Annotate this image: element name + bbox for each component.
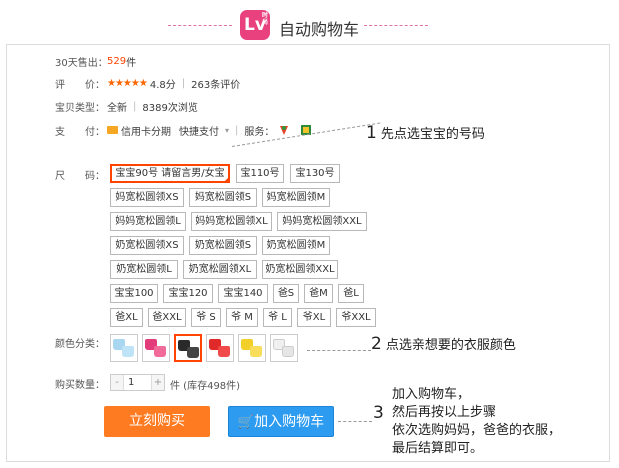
sold-count: 529 bbox=[107, 55, 127, 67]
stock-info: 件 (库存498件) bbox=[170, 381, 241, 392]
payment-label: 支 付： bbox=[55, 126, 105, 138]
sold-row: 30天售出： 529 件 bbox=[55, 54, 137, 69]
annotation-step-3-line: 加入购物车， bbox=[392, 387, 471, 402]
annotation-step-3-line: 最后结算即可。 bbox=[392, 441, 484, 456]
header-divider-right bbox=[364, 25, 428, 26]
cart-icon: 🛒 bbox=[237, 415, 255, 430]
brand-logo: Lv 时尚 bbox=[240, 10, 270, 40]
annotation-step-2: 2 点选亲想要的衣服颜色 bbox=[371, 334, 516, 354]
size-option[interactable]: 爸XL bbox=[110, 308, 143, 327]
size-option[interactable]: 宝宝90号 请留言男/女宝 bbox=[110, 164, 230, 183]
quantity-row: 购买数量： bbox=[55, 376, 107, 391]
size-option[interactable]: 爸XXL bbox=[148, 308, 186, 327]
size-option[interactable]: 爷 S bbox=[191, 308, 221, 327]
size-option[interactable]: 宝宝120 bbox=[163, 284, 213, 303]
annotation-step-3-number: 3 bbox=[373, 403, 384, 423]
color-row: 颜色分类： bbox=[55, 335, 107, 350]
quantity-input[interactable] bbox=[123, 375, 152, 390]
quick-pay-link[interactable]: 快捷支付 bbox=[179, 123, 219, 138]
buy-now-button[interactable]: 立刻购买 bbox=[104, 406, 210, 437]
size-option[interactable]: 妈宽松圆领XS bbox=[110, 188, 184, 207]
size-option[interactable]: 爸L bbox=[338, 284, 364, 303]
service-label: 服务： bbox=[244, 126, 275, 138]
size-option[interactable]: 妈宽松圆领M bbox=[262, 188, 330, 207]
size-option[interactable]: 奶宽松圆领XL bbox=[183, 260, 257, 279]
size-option[interactable]: 爸S bbox=[273, 284, 299, 303]
rating-score: 4.8分 bbox=[149, 79, 176, 91]
rating-label: 评 价： bbox=[55, 79, 105, 91]
sold-label: 30天售出： bbox=[55, 57, 108, 69]
annotation-pointer-2 bbox=[307, 350, 371, 351]
size-option[interactable]: 奶宽松圆领XS bbox=[110, 236, 184, 255]
size-label: 尺 码： bbox=[55, 170, 105, 182]
color-swatch-black[interactable] bbox=[174, 334, 202, 362]
annotation-step-3: 加入购物车， 然后再按以上步骤依次选购妈妈，爸爸的衣服， 最后结算即可。 bbox=[392, 386, 561, 458]
type-label: 宝贝类型： bbox=[55, 102, 105, 114]
size-option[interactable]: 爸M bbox=[304, 284, 333, 303]
size-option[interactable]: 爷XL bbox=[297, 308, 331, 327]
size-option[interactable]: 宝宝140 bbox=[218, 284, 268, 303]
page-title: 自动购物车 bbox=[279, 20, 360, 39]
size-option[interactable]: 宝130号 bbox=[290, 164, 340, 183]
size-option[interactable]: 奶宽松圆领S bbox=[189, 236, 257, 255]
size-option[interactable]: 妈妈宽松圆领XL bbox=[191, 212, 272, 231]
size-option[interactable]: 妈妈宽松圆领XXL bbox=[277, 212, 367, 231]
color-swatch-white[interactable] bbox=[270, 334, 298, 362]
guarantee-icon[interactable] bbox=[278, 124, 290, 136]
type-value: 全新 bbox=[107, 102, 127, 114]
size-option[interactable]: 奶宽松圆领L bbox=[110, 260, 178, 279]
installment-link[interactable]: 信用卡分期 bbox=[121, 123, 171, 138]
size-option[interactable]: 爷 M bbox=[226, 308, 258, 327]
color-label: 颜色分类： bbox=[55, 338, 105, 350]
quantity-label: 购买数量： bbox=[55, 379, 105, 391]
size-option[interactable]: 爷 L bbox=[263, 308, 292, 327]
quantity-stepper: - + bbox=[110, 374, 165, 391]
header-divider-left bbox=[168, 25, 232, 26]
annotation-step-1: 1 先点选宝宝的号码 bbox=[366, 123, 485, 143]
increment-button[interactable]: + bbox=[152, 375, 164, 390]
add-to-cart-button[interactable]: 🛒加入购物车 bbox=[228, 406, 334, 437]
credit-card-icon bbox=[107, 126, 118, 134]
chevron-down-icon[interactable]: ▾ bbox=[225, 126, 229, 135]
annotation-pointer-3 bbox=[338, 421, 372, 422]
rating-row: 评 价： ★★★★★ 4.8分 | 263条评价 bbox=[55, 76, 240, 91]
annotation-step-3-line: 然后再按以上步骤 bbox=[392, 405, 497, 420]
size-option[interactable]: 奶宽松圆领XXL bbox=[262, 260, 338, 279]
size-option[interactable]: 宝宝100 bbox=[110, 284, 158, 303]
size-option[interactable]: 奶宽松圆领M bbox=[262, 236, 330, 255]
color-swatch-pink[interactable] bbox=[142, 334, 170, 362]
star-rating-icon: ★★★★★ bbox=[107, 77, 148, 89]
sold-unit: 件 bbox=[126, 57, 137, 69]
size-option[interactable]: 爷XXL bbox=[336, 308, 376, 327]
review-count-link[interactable]: 263条评价 bbox=[191, 76, 240, 91]
add-to-cart-label: 加入购物车 bbox=[254, 414, 325, 430]
decrement-button[interactable]: - bbox=[111, 375, 123, 390]
type-row: 宝贝类型： 全新 | 8389次浏览 bbox=[55, 99, 198, 114]
divider: | bbox=[235, 124, 239, 136]
page-header: Lv 时尚 自动购物车 bbox=[0, 8, 619, 44]
size-row: 尺 码： bbox=[55, 167, 107, 182]
annotation-step-3-line: 依次选购妈妈，爸爸的衣服， bbox=[392, 423, 562, 438]
size-option[interactable]: 妈宽松圆领S bbox=[189, 188, 257, 207]
view-count: 8389次浏览 bbox=[142, 102, 198, 114]
divider: | bbox=[133, 100, 137, 112]
color-swatch-yellow[interactable] bbox=[238, 334, 266, 362]
size-option[interactable]: 妈妈宽松圆领L bbox=[110, 212, 186, 231]
divider: | bbox=[181, 77, 186, 89]
color-swatch-light-blue[interactable] bbox=[110, 334, 138, 362]
color-swatch-red[interactable] bbox=[206, 334, 234, 362]
payment-row: 支 付： 信用卡分期 快捷支付 ▾ | 服务： bbox=[55, 123, 312, 138]
size-option[interactable]: 宝110号 bbox=[236, 164, 284, 183]
